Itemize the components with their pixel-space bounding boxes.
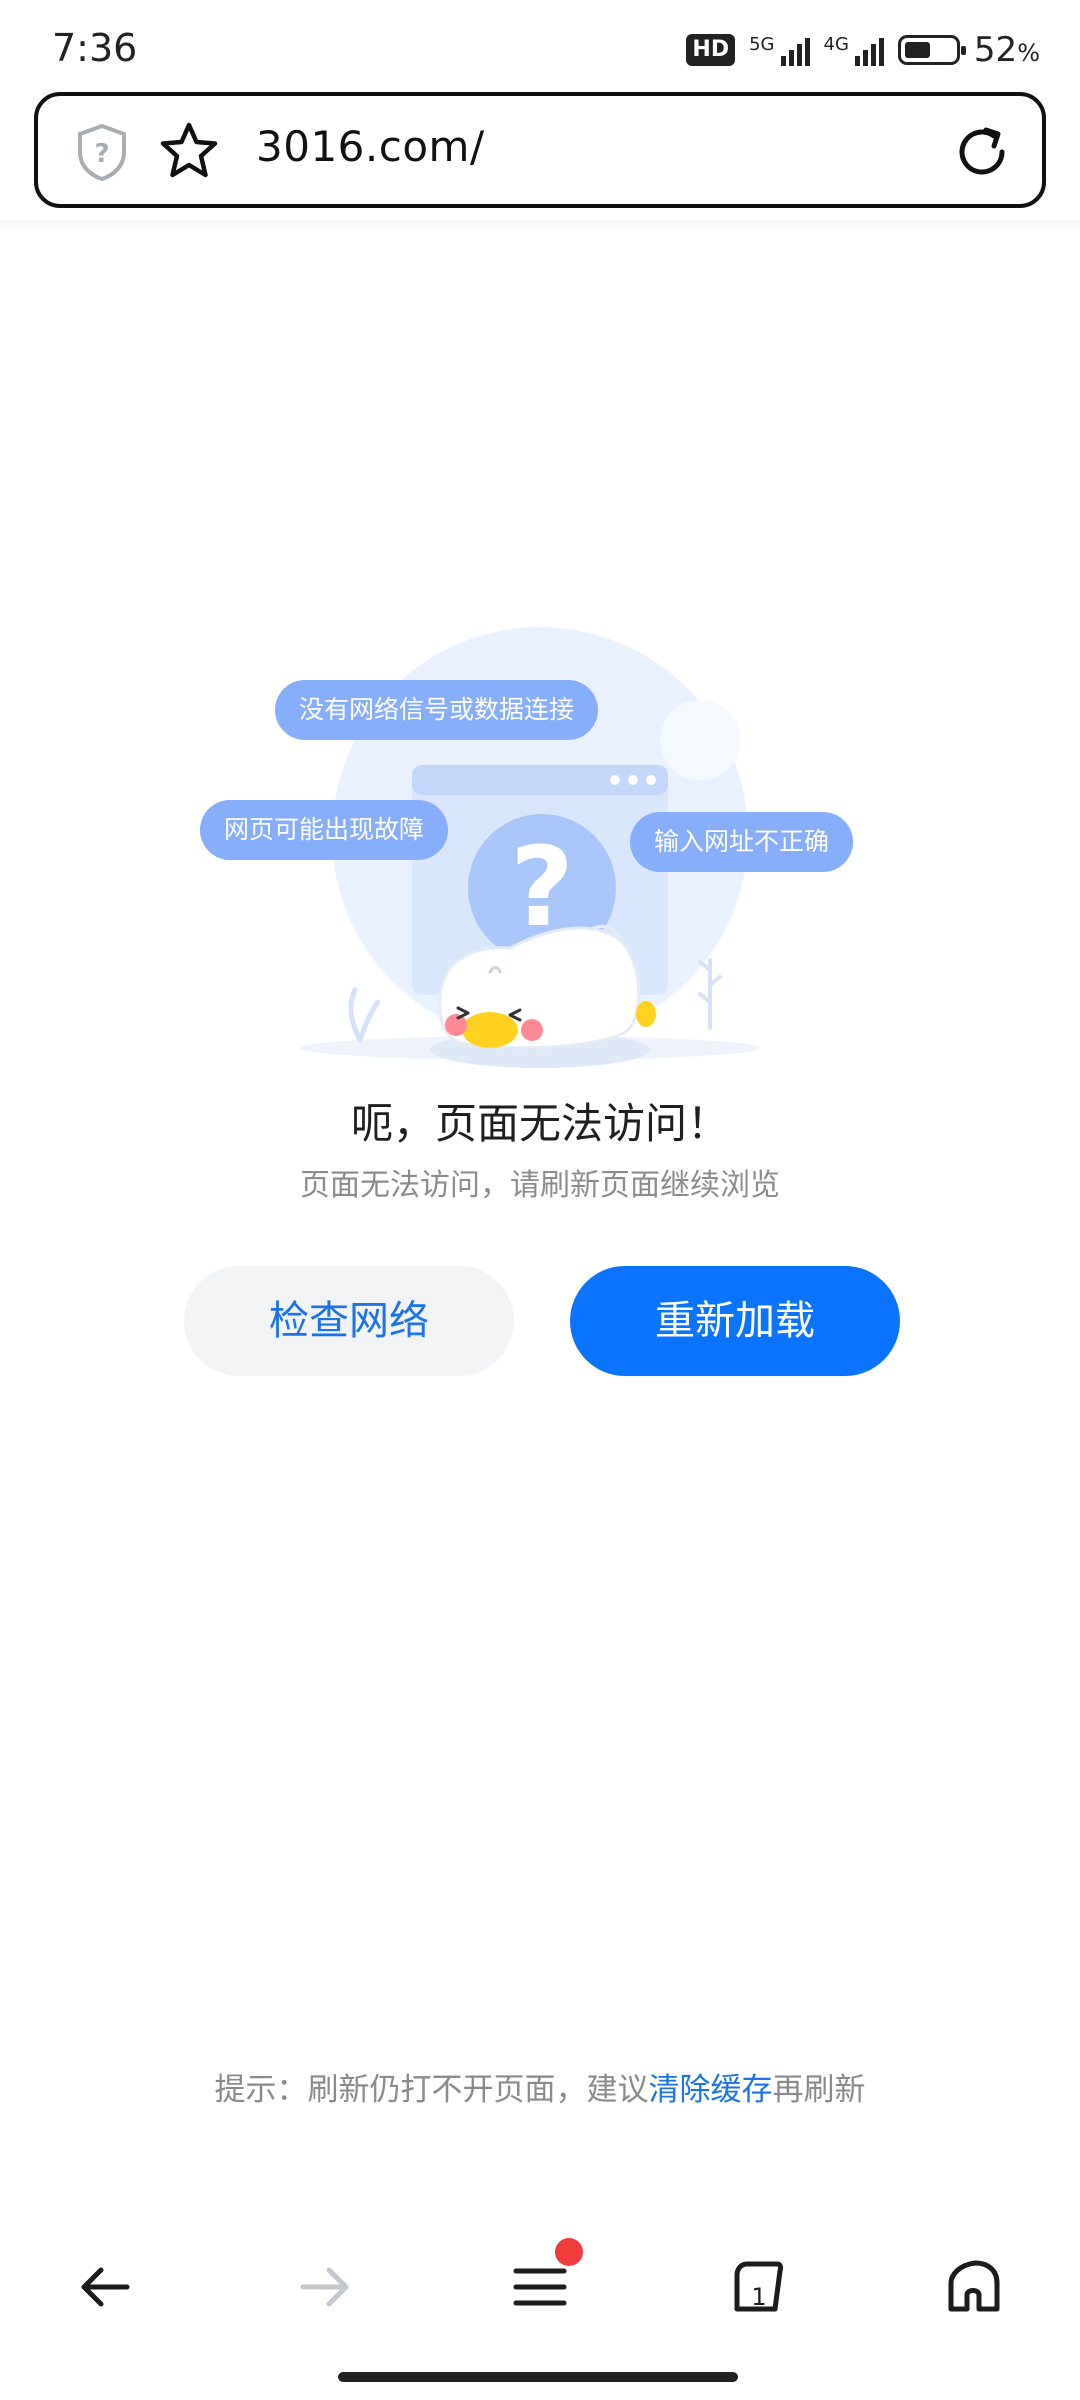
hd-voice-badge: HD bbox=[686, 34, 736, 66]
clear-cache-link[interactable]: 清除缓存 bbox=[649, 2072, 773, 2108]
battery-percent: 52% bbox=[973, 30, 1040, 70]
signal-4g-icon: 4G bbox=[824, 34, 884, 66]
error-illustration: ? 没有网络信号或数据连接 网页可能出现故障 输入网址不正确 bbox=[190, 610, 890, 1070]
home-icon bbox=[948, 2260, 1000, 2312]
net-5g-label: 5G bbox=[749, 34, 775, 55]
reload-icon[interactable] bbox=[952, 122, 1012, 182]
menu-button[interactable] bbox=[495, 2238, 585, 2332]
tabs-button[interactable]: 1 bbox=[712, 2242, 802, 2332]
address-bar[interactable]: ? 3016.com/ bbox=[34, 92, 1046, 208]
hint-suffix: 再刷新 bbox=[772, 2072, 866, 2108]
hamburger-menu-icon bbox=[513, 2268, 567, 2306]
status-time: 7:36 bbox=[52, 26, 138, 70]
back-button[interactable] bbox=[60, 2242, 150, 2332]
error-subtitle: 页面无法访问，请刷新页面继续浏览 bbox=[300, 1168, 780, 1203]
signal-5g-icon: 5G bbox=[749, 34, 810, 66]
arrow-right-icon bbox=[300, 2267, 349, 2307]
hint-bubble-wrong-url: 输入网址不正确 bbox=[630, 812, 854, 872]
reload-button[interactable]: 重新加载 bbox=[570, 1266, 900, 1376]
notification-dot bbox=[555, 2238, 583, 2266]
status-bar: 7:36 HD 5G 4G 52% bbox=[0, 0, 1080, 92]
bottom-toolbar: 1 bbox=[0, 2230, 1080, 2340]
svg-text:?: ? bbox=[94, 139, 109, 169]
status-icons: HD 5G 4G 52% bbox=[686, 28, 1040, 72]
toolbar-shadow bbox=[0, 220, 1080, 232]
battery-icon bbox=[897, 35, 966, 65]
net-4g-label: 4G bbox=[823, 34, 849, 55]
error-title: 呃，页面无法访问！ bbox=[350, 1099, 729, 1148]
forward-button[interactable] bbox=[280, 2242, 370, 2332]
hint-prefix: 提示：刷新仍打不开页面，建议 bbox=[214, 2072, 649, 2108]
hint-bubble-no-signal: 没有网络信号或数据连接 bbox=[275, 680, 599, 740]
home-button[interactable] bbox=[928, 2242, 1018, 2332]
shield-question-icon[interactable]: ? bbox=[74, 122, 130, 182]
url-text[interactable]: 3016.com/ bbox=[256, 122, 485, 171]
arrow-left-icon bbox=[81, 2267, 130, 2307]
check-network-button[interactable]: 检查网络 bbox=[184, 1266, 514, 1376]
hint-text: 提示：刷新仍打不开页面，建议清除缓存再刷新 bbox=[0, 2064, 1080, 2109]
tabs-icon: 1 bbox=[734, 2261, 784, 2312]
tab-count: 1 bbox=[751, 2283, 766, 2311]
gesture-home-indicator[interactable] bbox=[338, 2372, 738, 2382]
hint-bubble-page-fault: 网页可能出现故障 bbox=[200, 800, 449, 860]
bookmark-star-icon[interactable] bbox=[158, 120, 220, 182]
